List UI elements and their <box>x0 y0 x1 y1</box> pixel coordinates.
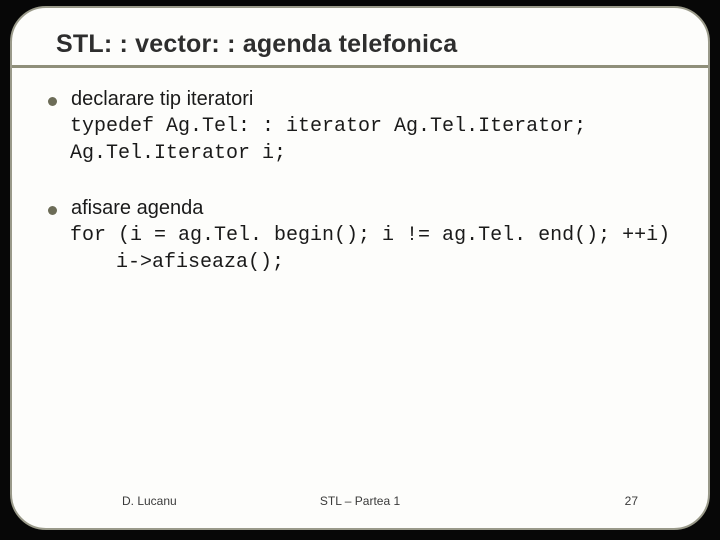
footer: D. Lucanu STL – Partea 1 27 <box>12 494 708 508</box>
bullet-text-2: afisare agenda <box>71 197 203 220</box>
slide-content: declarare tip iteratori typedef Ag.Tel: … <box>48 88 678 276</box>
footer-title: STL – Partea 1 <box>320 494 400 508</box>
bullet-icon <box>48 206 57 215</box>
code-line-indent: i->afiseaza(); <box>116 249 678 276</box>
footer-page-number: 27 <box>625 494 638 508</box>
title-underline <box>12 65 708 68</box>
code-line: typedef Ag.Tel: : iterator Ag.Tel.Iterat… <box>70 113 678 140</box>
bullet-row: declarare tip iteratori <box>48 88 678 111</box>
bullet-row: afisare agenda <box>48 197 678 220</box>
block-2: afisare agenda for (i = ag.Tel. begin();… <box>48 197 678 276</box>
bullet-icon <box>48 97 57 106</box>
code-line: Ag.Tel.Iterator i; <box>70 140 678 167</box>
block-1: declarare tip iteratori typedef Ag.Tel: … <box>48 88 678 167</box>
bullet-text-1: declarare tip iteratori <box>71 88 253 111</box>
slide: STL: : vector: : agenda telefonica decla… <box>10 6 710 530</box>
slide-title: STL: : vector: : agenda telefonica <box>56 30 678 59</box>
footer-author: D. Lucanu <box>122 494 177 508</box>
code-line: for (i = ag.Tel. begin(); i != ag.Tel. e… <box>70 222 678 249</box>
